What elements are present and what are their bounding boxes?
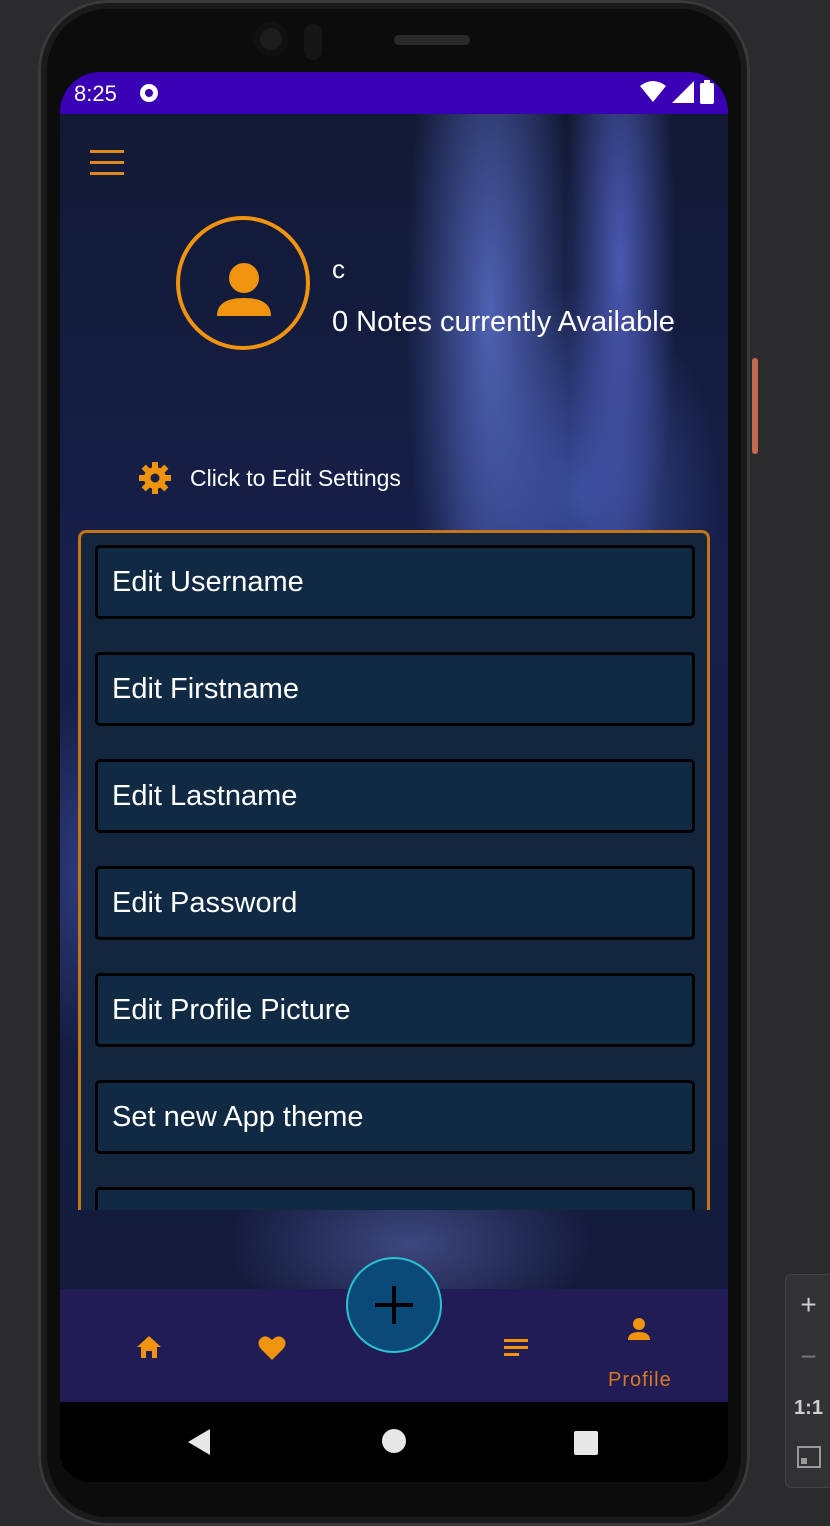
status-bar: 8:25 bbox=[60, 72, 728, 114]
signal-icon bbox=[672, 81, 694, 103]
front-camera bbox=[254, 22, 288, 56]
avatar[interactable] bbox=[176, 216, 310, 350]
power-button[interactable] bbox=[752, 358, 758, 454]
edit-lastname-button[interactable]: Edit Lastname bbox=[95, 759, 695, 833]
nav-profile-label: Profile bbox=[608, 1369, 672, 1391]
wifi-icon bbox=[640, 81, 666, 102]
notes-list-icon bbox=[504, 1339, 528, 1356]
username-label: c bbox=[332, 254, 345, 284]
gear-icon bbox=[139, 462, 171, 494]
notification-dot-icon bbox=[140, 84, 158, 102]
edit-username-button[interactable]: Edit Username bbox=[95, 545, 695, 619]
recents-icon[interactable] bbox=[573, 1430, 599, 1456]
status-time: 8:25 bbox=[74, 81, 117, 106]
zoom-out-button[interactable]: − bbox=[786, 1341, 830, 1373]
heart-icon bbox=[258, 1336, 286, 1360]
hamburger-menu-icon[interactable] bbox=[90, 150, 124, 176]
settings-panel: Edit Username Edit Firstname Edit Lastna… bbox=[78, 530, 710, 1210]
earpiece-speaker bbox=[394, 35, 470, 45]
emulator-zoom-controls: + − 1:1 bbox=[785, 1274, 830, 1488]
edit-settings-toggle[interactable]: Click to Edit Settings bbox=[138, 460, 401, 496]
nav-notes[interactable] bbox=[504, 1337, 528, 1362]
edit-password-button[interactable]: Edit Password bbox=[95, 866, 695, 940]
notes-count-label: 0 Notes currently Available bbox=[332, 306, 675, 338]
settings-label: Click to Edit Settings bbox=[190, 464, 401, 491]
camera-sensor bbox=[304, 24, 322, 60]
home-circle-icon[interactable] bbox=[381, 1428, 407, 1454]
nav-favorites[interactable] bbox=[258, 1335, 286, 1366]
battery-icon bbox=[700, 80, 714, 104]
add-note-button[interactable] bbox=[346, 1257, 442, 1353]
system-navigation-bar bbox=[60, 1402, 728, 1482]
zoom-ratio-button[interactable]: 1:1 bbox=[786, 1397, 830, 1420]
back-icon[interactable] bbox=[186, 1428, 212, 1456]
plus-icon bbox=[375, 1286, 413, 1324]
device-screen: 8:25 c 0 Notes currently Available Click… bbox=[60, 72, 728, 1482]
profile-screen: c 0 Notes currently Available Click to E… bbox=[60, 114, 728, 1289]
bottom-navigation: Profile bbox=[60, 1257, 728, 1402]
person-icon bbox=[628, 1318, 650, 1340]
nav-profile[interactable] bbox=[626, 1317, 652, 1346]
edit-profile-picture-button[interactable]: Edit Profile Picture bbox=[95, 973, 695, 1047]
home-icon bbox=[137, 1336, 161, 1358]
nav-home[interactable] bbox=[136, 1335, 162, 1364]
fit-screen-icon[interactable] bbox=[786, 1445, 830, 1475]
edit-firstname-button[interactable]: Edit Firstname bbox=[95, 652, 695, 726]
edit-option-partial[interactable] bbox=[95, 1187, 695, 1210]
person-icon bbox=[217, 263, 271, 316]
set-app-theme-button[interactable]: Set new App theme bbox=[95, 1080, 695, 1154]
zoom-in-button[interactable]: + bbox=[786, 1289, 830, 1321]
status-icons bbox=[640, 80, 714, 104]
